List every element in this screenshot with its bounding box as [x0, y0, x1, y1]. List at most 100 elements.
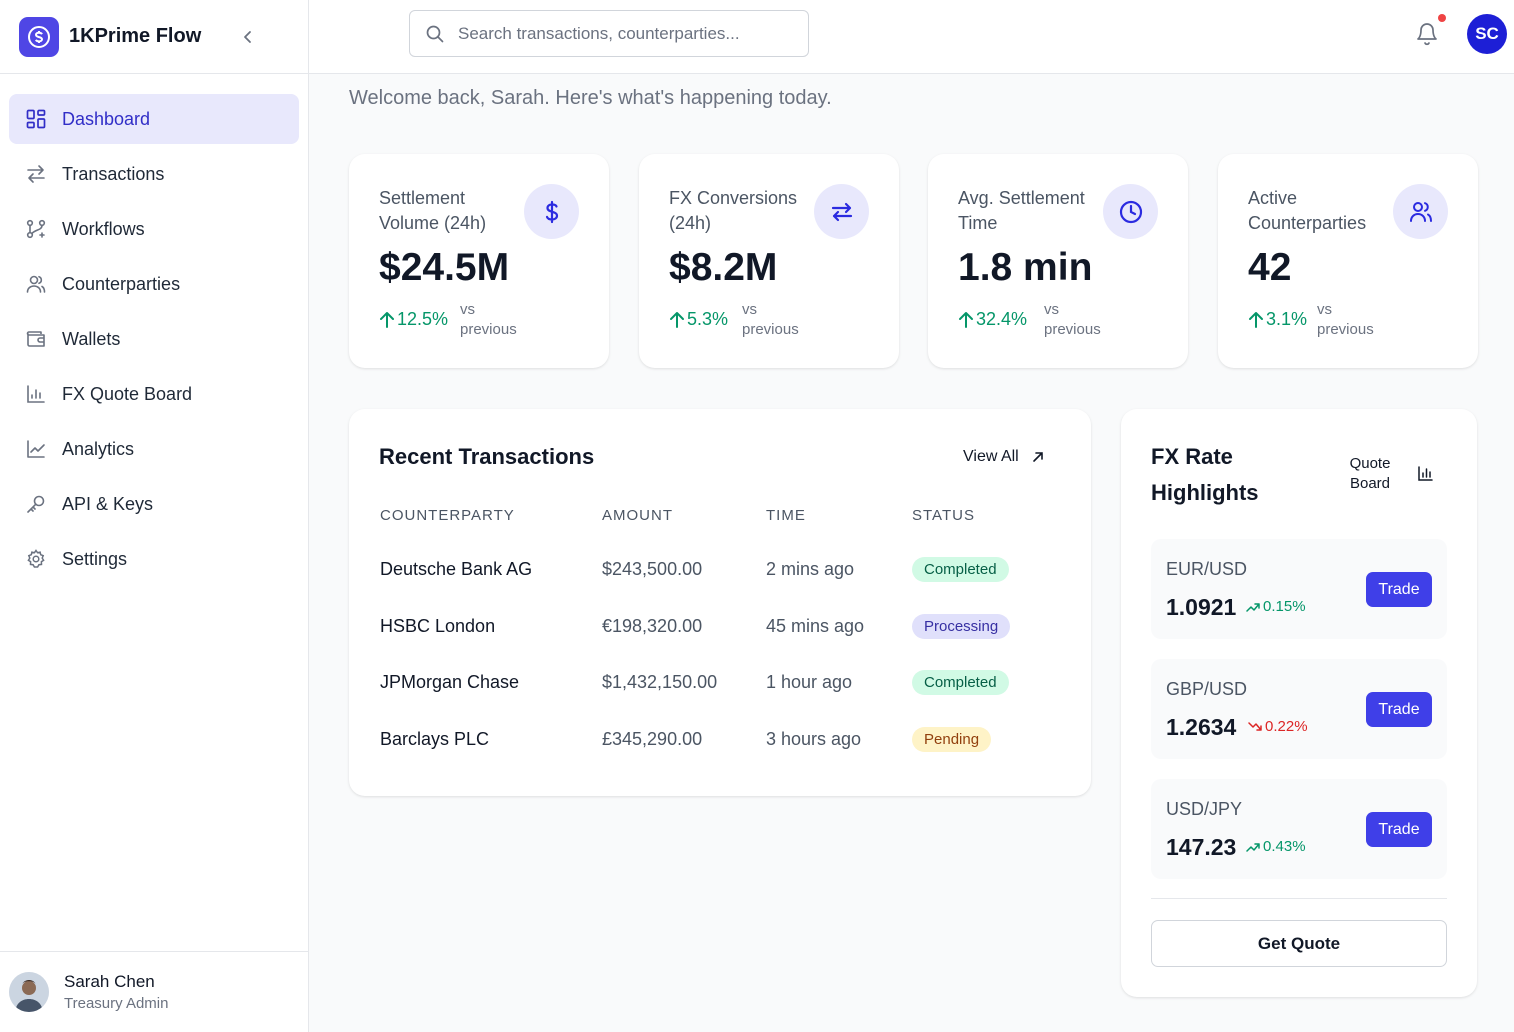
stat-value: 1.8 min: [958, 246, 1093, 289]
stat-value: 42: [1248, 246, 1292, 289]
section-title: Recent Transactions: [379, 444, 595, 469]
transaction-amount: €198,320.00: [602, 616, 703, 636]
stat-comparison: vs previous: [1044, 301, 1101, 338]
fx-change: 0.43%: [1246, 838, 1306, 855]
sidebar-item-analytics[interactable]: Analytics: [9, 424, 299, 474]
arrow-up-icon: [1249, 311, 1263, 328]
bell-icon: [1417, 23, 1437, 46]
stat-change-value: 32.4%: [976, 309, 1028, 329]
stat-change-value: 5.3%: [687, 309, 729, 329]
stat-comparison: vs previous: [460, 301, 517, 338]
view-all-label: View All: [963, 448, 1019, 465]
stat-change: 32.4%: [958, 309, 1027, 330]
trade-button[interactable]: Trade: [1366, 692, 1432, 727]
trending-up-icon: [1246, 842, 1260, 852]
status-badge: Processing: [912, 614, 1011, 639]
transaction-amount: £345,290.00: [602, 729, 703, 749]
fx-pair-card: EUR/USD 1.0921 0.15% Trade: [1151, 539, 1447, 639]
fx-pair-card: GBP/USD 1.2634 0.22% Trade: [1151, 659, 1447, 759]
quote-board-link[interactable]: Quote Board: [1348, 454, 1392, 494]
fx-pair-card: USD/JPY 147.23 0.43% Trade: [1151, 779, 1447, 879]
arrow-up-icon: [959, 311, 973, 328]
stat-comparison: vs previous: [742, 301, 799, 338]
stat-label: Active Counterparties: [1248, 188, 1367, 233]
stat-value: $8.2M: [669, 246, 778, 289]
dollar-logo-icon[interactable]: [19, 16, 59, 57]
sidebar-item-workflows[interactable]: Workflows: [9, 204, 299, 254]
stat-label: FX Conversions (24h): [669, 188, 798, 233]
sidebar-item-api-keys[interactable]: API & Keys: [9, 479, 299, 529]
user-menu-avatar[interactable]: SC: [1467, 14, 1507, 54]
sidebar-item-counterparties[interactable]: Counterparties: [9, 259, 299, 309]
welcome-message: Welcome back, Sarah. Here's what's happe…: [349, 87, 832, 109]
top-header: SC: [309, 0, 1514, 74]
currency-pair: EUR/USD: [1166, 559, 1248, 579]
arrows-swap-icon: [814, 184, 869, 239]
trade-button[interactable]: Trade: [1366, 812, 1432, 847]
workflow-icon: [25, 219, 46, 240]
counterparty-name[interactable]: HSBC London: [380, 616, 495, 637]
sidebar-item-dashboard[interactable]: Dashboard: [9, 94, 299, 144]
counterparty-name[interactable]: Deutsche Bank AG: [380, 559, 532, 580]
sidebar-item-label: Counterparties: [62, 273, 181, 294]
view-all-link[interactable]: View All: [963, 448, 1045, 466]
sidebar-item-transactions[interactable]: Transactions: [9, 149, 299, 199]
users-icon: [25, 274, 46, 295]
wallet-icon: [25, 329, 46, 350]
status-badge: Pending: [912, 727, 992, 752]
stat-change: 5.3%: [669, 309, 728, 330]
key-icon: [25, 494, 46, 515]
search-input[interactable]: [458, 23, 788, 44]
transaction-time: 3 hours ago: [766, 729, 862, 749]
fx-rate: 1.0921: [1166, 594, 1237, 620]
sidebar-item-settings[interactable]: Settings: [9, 534, 299, 584]
stat-card-active-counterparties: Active Counterparties 42 3.1% vs previou…: [1218, 154, 1478, 368]
arrow-up-icon: [670, 311, 684, 328]
sidebar-item-label: Settings: [62, 548, 128, 569]
sidebar: 1KPrime Flow Dashboard Transactions Work…: [0, 0, 309, 1032]
bar-chart-icon[interactable]: [1417, 465, 1434, 482]
column-header: STATUS: [912, 507, 975, 524]
user-avatar: [9, 972, 49, 1012]
fx-change-value: 0.15%: [1263, 598, 1306, 615]
transaction-amount: $243,500.00: [602, 559, 703, 579]
counterparty-name[interactable]: JPMorgan Chase: [380, 672, 519, 693]
line-chart-icon: [25, 439, 46, 460]
stat-change-value: 12.5%: [397, 309, 449, 329]
recent-transactions-card: Recent Transactions View All COUNTERPART…: [349, 409, 1091, 796]
get-quote-button[interactable]: Get Quote: [1151, 920, 1447, 967]
stat-card-fx-conversions: FX Conversions (24h) $8.2M 5.3% vs previ…: [639, 154, 899, 368]
chevron-left-icon: [244, 30, 251, 43]
fx-rate-highlights-card: FX Rate Highlights Quote Board EUR/USD 1…: [1121, 409, 1477, 997]
stat-change: 3.1%: [1248, 309, 1307, 330]
sidebar-item-label: Wallets: [62, 328, 121, 349]
notifications-button[interactable]: [1414, 20, 1440, 46]
search-box[interactable]: [409, 10, 809, 57]
sidebar-item-label: Transactions: [62, 163, 165, 184]
fx-change-value: 0.22%: [1265, 718, 1308, 735]
counterparty-name[interactable]: Barclays PLC: [380, 729, 489, 750]
stat-change: 12.5%: [379, 309, 448, 330]
transaction-time: 1 hour ago: [766, 672, 853, 692]
transaction-time: 45 mins ago: [766, 616, 865, 636]
stat-label: Avg. Settlement Time: [958, 188, 1085, 233]
user-role: Treasury Admin: [64, 995, 169, 1012]
sidebar-item-wallets[interactable]: Wallets: [9, 314, 299, 364]
notification-dot: [1438, 14, 1446, 22]
fx-rate: 1.2634: [1166, 714, 1237, 740]
user-profile[interactable]: Sarah Chen Treasury Admin: [0, 951, 308, 1032]
arrow-up-icon: [380, 311, 394, 328]
column-header: AMOUNT: [602, 507, 673, 524]
collapse-sidebar-button[interactable]: [237, 26, 259, 48]
brand: 1KPrime Flow: [0, 0, 308, 74]
users-icon: [1393, 184, 1448, 239]
trade-button[interactable]: Trade: [1366, 572, 1432, 607]
dollar-icon: [524, 184, 579, 239]
sidebar-item-fx-quote-board[interactable]: FX Quote Board: [9, 369, 299, 419]
user-name: Sarah Chen: [64, 972, 155, 991]
trending-down-icon: [1248, 721, 1262, 731]
fx-rate: 147.23: [1166, 834, 1237, 860]
currency-pair: GBP/USD: [1166, 679, 1248, 699]
fx-change-value: 0.43%: [1263, 838, 1306, 855]
currency-pair: USD/JPY: [1166, 799, 1243, 819]
